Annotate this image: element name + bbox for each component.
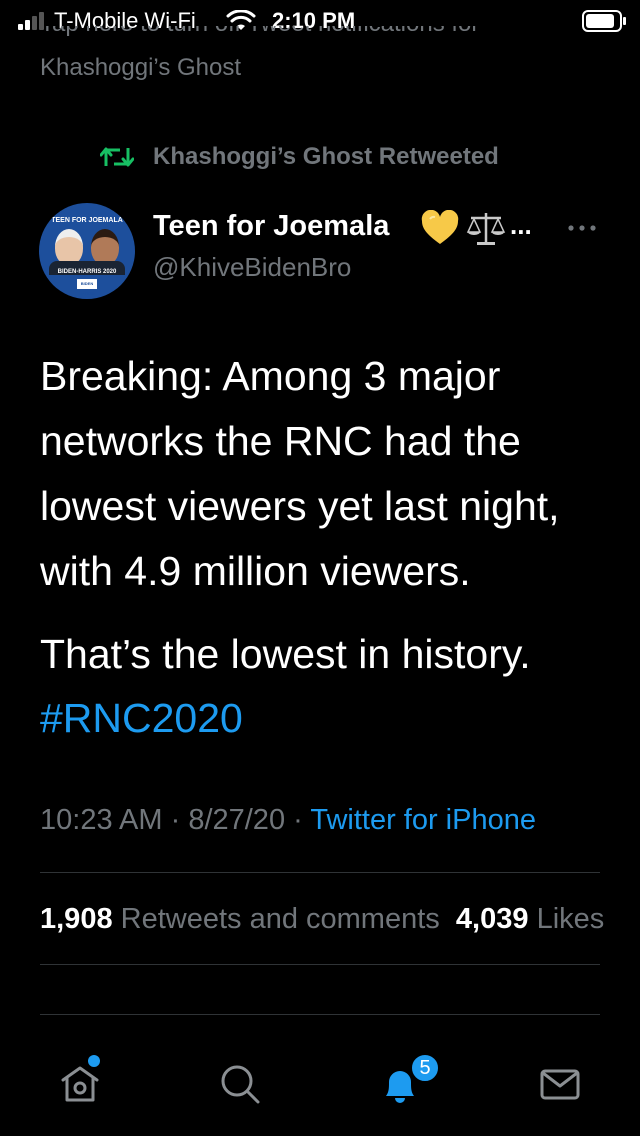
meta-separator: · [285,804,311,836]
divider [40,872,600,873]
author-display-name[interactable]: Teen for Joemala [153,210,389,243]
mail-icon [540,1069,580,1100]
author-handle[interactable]: @KhiveBidenBro [153,252,351,283]
avatar-badge: BIDEN HARRIS [77,279,97,296]
likes-stat[interactable]: 4,039 Likes [456,903,604,935]
retweets-stat[interactable]: 1,908 Retweets and comments [40,903,440,935]
avatar-person-1 [55,229,83,265]
divider [40,1014,600,1015]
tweet-meta: 10:23 AM · 8/27/20 · Twitter for iPhone [40,804,536,837]
avatar-person-2 [91,229,119,265]
avatar[interactable]: TEEN FOR JOEMALA BIDEN-HARRIS 2020 BIDEN… [39,203,135,299]
tweet-date: 8/27/20 [188,804,286,836]
notification-toggle-banner[interactable]: Tap here to turn off Tweet notifications… [40,26,600,48]
home-icon [61,1066,99,1102]
search-icon [221,1065,260,1104]
tab-home[interactable] [56,1060,104,1108]
tab-search[interactable] [216,1060,264,1108]
avatar-top-text: TEEN FOR JOEMALA [51,217,123,224]
avatar-bottom-text: BIDEN-HARRIS 2020 [57,269,117,275]
retweeted-by-label[interactable]: Khashoggi’s Ghost Retweeted [153,143,499,171]
notifications-badge: 5 [410,1053,440,1083]
retweet-icon [100,147,134,167]
notification-toggle-text: Tap here to turn off Tweet notifications… [40,26,479,38]
scales-icon [466,213,506,245]
tweet-stats: 1,908 Retweets and comments 4,039 Likes [40,903,640,936]
divider [40,964,600,965]
tab-messages[interactable] [536,1060,584,1108]
hashtag-link[interactable]: #RNC2020 [40,686,243,751]
likes-count: 4,039 [455,903,529,935]
home-unread-dot [88,1055,100,1067]
retweets-count: 1,908 [40,903,113,935]
notification-banner-name[interactable]: Khashoggi’s Ghost [40,54,241,82]
more-options-icon[interactable] [566,222,598,234]
yellow-heart-icon [421,210,459,244]
likes-label: Likes [536,903,605,935]
meta-separator: · [162,804,189,836]
tweet-text-second-paragraph: That’s the lowest in history. [40,631,531,677]
retweets-label: Retweets and comments [120,903,440,935]
tweet-source-link[interactable]: Twitter for iPhone [310,804,536,836]
tweet-text: Breaking: Among 3 major networks the RNC… [40,353,560,594]
name-truncation: ... [510,210,532,240]
tweet-time: 10:23 AM [40,804,163,836]
